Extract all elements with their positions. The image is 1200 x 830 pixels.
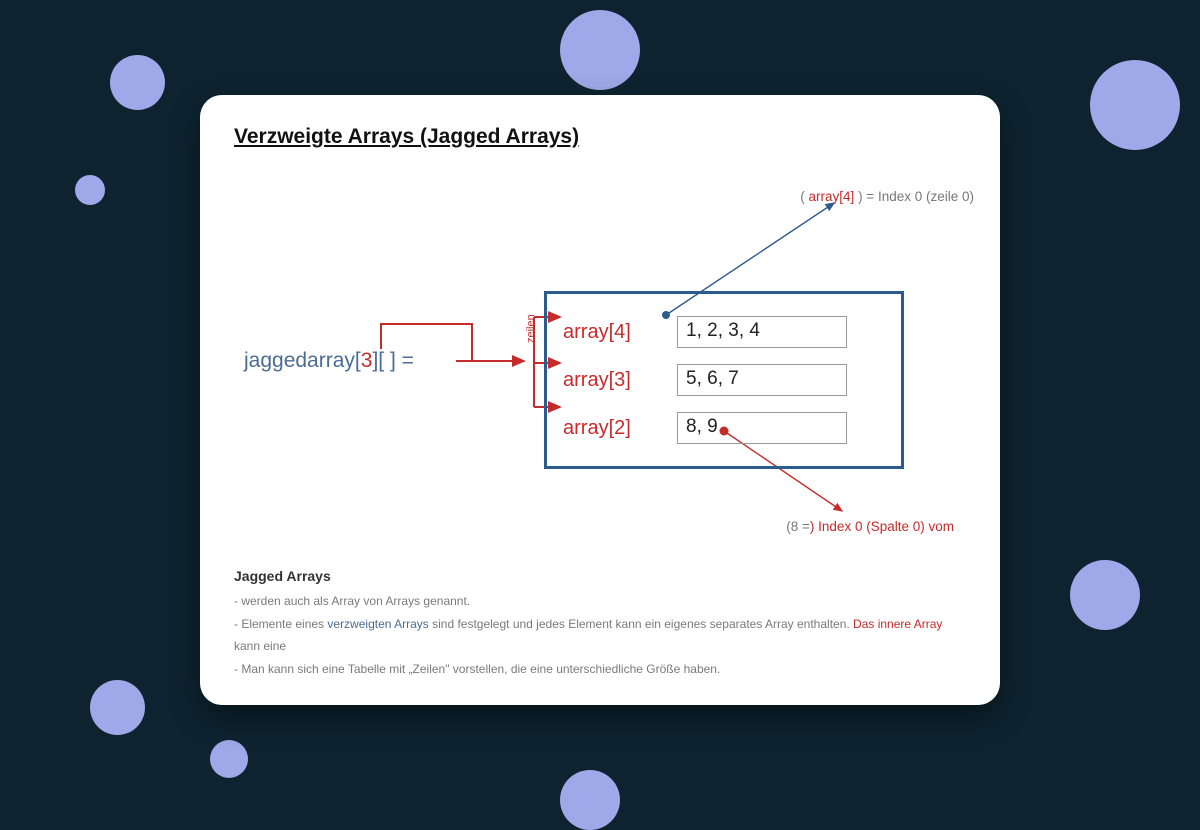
bg-circle [560, 10, 640, 90]
inner-row-0: array[4] 1, 2, 3, 4 [563, 308, 885, 356]
inner-label-2: array[2] [563, 417, 649, 440]
jagged-after: ][ ] = [372, 349, 413, 372]
inner-row-2: array[2] 8, 9 [563, 404, 885, 452]
inner-values-2: 8, 9 [677, 412, 847, 444]
inner-array-box: array[4] 1, 2, 3, 4 array[3] 5, 6, 7 arr… [544, 291, 904, 469]
notes-heading: Jagged Arrays [234, 568, 966, 584]
callout-bottom: (8 =) Index 0 (Spalte 0) vom [786, 519, 954, 534]
bg-circle [1090, 60, 1180, 150]
bg-circle [1070, 560, 1140, 630]
callout-bot-rest: ) Index 0 (Spalte 0) vom [810, 519, 954, 534]
callout-top-open: ( [800, 189, 808, 204]
bg-circle [110, 55, 165, 110]
bg-circle [90, 680, 145, 735]
inner-values-0: 1, 2, 3, 4 [677, 316, 847, 348]
slide-title: Verzweigte Arrays (Jagged Arrays) [234, 125, 966, 149]
callout-top-red: array[4] [809, 189, 855, 204]
callout-top: ( array[4] ) = Index 0 (zeile 0) [800, 189, 974, 204]
callout-top-rest: ) = Index 0 (zeile 0) [854, 189, 974, 204]
notes-line-2: - Elemente eines verzweigten Arrays sind… [234, 613, 966, 659]
zeilen-label: zeilen [525, 314, 537, 343]
notes-line-3: - Man kann sich eine Tabelle mit „Zeilen… [234, 658, 966, 681]
bg-circle [75, 175, 105, 205]
jagged-before: jaggedarray[ [244, 349, 361, 372]
inner-label-1: array[3] [563, 369, 649, 392]
callout-bot-open: (8 = [786, 519, 810, 534]
bg-circle [210, 740, 248, 778]
slide-card: Verzweigte Arrays (Jagged Arrays) [200, 95, 1000, 705]
inner-row-1: array[3] 5, 6, 7 [563, 356, 885, 404]
diagram-area: jaggedarray[3][ ] = zeilen array[4] 1, 2… [234, 179, 966, 539]
notes-section: Jagged Arrays - werden auch als Array vo… [234, 568, 966, 681]
notes-line-1: - werden auch als Array von Arrays genan… [234, 590, 966, 613]
bg-circle [560, 770, 620, 830]
inner-values-1: 5, 6, 7 [677, 364, 847, 396]
jagged-declaration: jaggedarray[3][ ] = [244, 349, 414, 373]
jagged-num: 3 [361, 349, 373, 372]
inner-label-0: array[4] [563, 321, 649, 344]
